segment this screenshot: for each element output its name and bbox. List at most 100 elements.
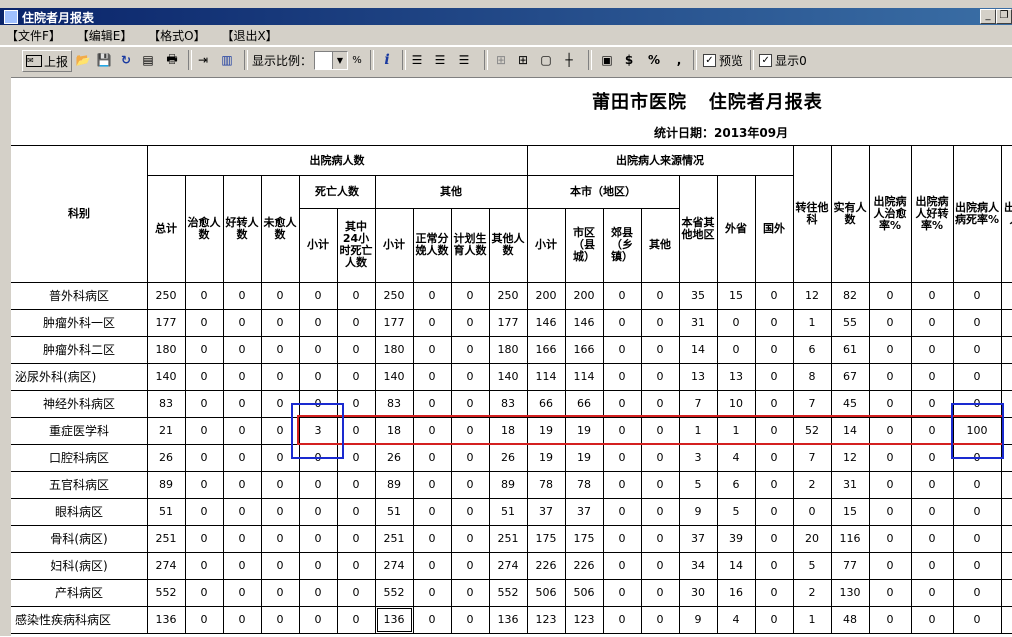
restore-button[interactable]: ❐: [996, 9, 1012, 24]
table-cell: 37: [679, 525, 718, 553]
table-cell: 0: [299, 579, 338, 607]
table-cell: 0: [869, 606, 912, 634]
table-cell: 0: [755, 363, 794, 391]
insert-column-icon[interactable]: ⇥: [194, 50, 212, 70]
table-cell: 0: [223, 390, 262, 418]
table-cell: 0: [953, 309, 1002, 337]
report-date: 统计日期：2013年09月: [654, 126, 789, 140]
table-cell: 89: [375, 471, 414, 499]
table-cell: 0: [223, 552, 262, 580]
table-cell: 1: [793, 309, 832, 337]
table-cell: 0: [911, 336, 954, 364]
align-left-icon[interactable]: ☰: [408, 50, 426, 70]
table-cell: 0: [641, 282, 680, 310]
export-icon[interactable]: ▤: [139, 50, 157, 70]
table-cell: 0: [299, 552, 338, 580]
table-cell: [1001, 525, 1012, 553]
table-cell: 0: [603, 309, 642, 337]
table-cell: 0: [911, 390, 954, 418]
comma-button[interactable]: ,: [670, 50, 688, 70]
table-cell: 0: [185, 606, 224, 634]
table-cell: 0: [641, 579, 680, 607]
table-cell: 0: [755, 309, 794, 337]
border-inner-icon[interactable]: ┼: [560, 50, 578, 70]
table-cell: 0: [911, 444, 954, 472]
table-row-dept: 肿瘤外科一区: [11, 309, 148, 337]
border-all-icon[interactable]: ⊞: [514, 50, 532, 70]
border-outer-icon[interactable]: ▢: [537, 50, 555, 70]
table-cell: 0: [603, 471, 642, 499]
show-zero-checkbox[interactable]: ✓ 显示0: [757, 50, 809, 70]
table-cell: 251: [489, 525, 528, 553]
table-cell: 19: [565, 444, 604, 472]
table-cell: 506: [565, 579, 604, 607]
border-none-icon[interactable]: ⊞: [492, 50, 510, 70]
minimize-button[interactable]: _: [980, 9, 996, 24]
report-button-label: 上报: [43, 54, 68, 69]
table-cell: 0: [261, 498, 300, 526]
table-cell: 251: [375, 525, 414, 553]
header-other: 其他: [375, 175, 528, 209]
table-cell: 0: [185, 552, 224, 580]
preview-checkbox[interactable]: ✓ 预览: [700, 50, 746, 70]
table-cell: 0: [261, 579, 300, 607]
table-cell: 0: [337, 579, 376, 607]
table-cell: 5: [679, 471, 718, 499]
table-cell: 0: [413, 498, 452, 526]
table-cell: 0: [299, 525, 338, 553]
table-cell: 0: [641, 444, 680, 472]
header-local: 本市（地区）: [527, 175, 680, 209]
table-cell: 0: [641, 525, 680, 553]
table-cell: 15: [831, 498, 870, 526]
number-format-icon[interactable]: ▣: [598, 50, 616, 70]
refresh-icon[interactable]: ↻: [117, 50, 135, 70]
table-cell: 0: [223, 606, 262, 634]
align-center-icon[interactable]: ☰: [431, 50, 449, 70]
table-cell: 0: [869, 309, 912, 337]
menu-format[interactable]: 【格式O】: [142, 25, 211, 46]
table-cell: 0: [869, 498, 912, 526]
table-cell: 0: [261, 471, 300, 499]
menu-exit[interactable]: 【退出X】: [215, 25, 283, 46]
table-cell: 0: [641, 336, 680, 364]
open-folder-icon[interactable]: 📂: [74, 50, 92, 70]
percent-button[interactable]: %: [645, 50, 663, 70]
table-cell: 0: [869, 363, 912, 391]
header-cure-rate: 出院病人治愈率%: [869, 146, 912, 283]
table-cell: 0: [953, 498, 1002, 526]
table-cell: 0: [451, 309, 490, 337]
align-right-icon[interactable]: ☰: [455, 50, 473, 70]
table-cell: 2: [793, 579, 832, 607]
table-cell: 0: [299, 336, 338, 364]
table-cell: 0: [755, 336, 794, 364]
print-icon[interactable]: 🖶: [162, 50, 182, 70]
save-icon[interactable]: 💾: [95, 50, 113, 70]
table-cell: 0: [869, 444, 912, 472]
info-icon[interactable]: i: [378, 50, 396, 70]
table-cell: 6: [793, 336, 832, 364]
chevron-down-icon[interactable]: ▼: [332, 52, 347, 69]
chart-icon[interactable]: ▥: [218, 50, 236, 70]
table-cell: 9: [679, 498, 718, 526]
table-row-dept: 妇科(病区): [11, 552, 148, 580]
toolbar-separator: [370, 50, 374, 70]
table-cell: 0: [911, 282, 954, 310]
table-cell: 66: [565, 390, 604, 418]
zoom-select[interactable]: ▼: [314, 51, 348, 70]
app-icon: [4, 10, 18, 24]
table-cell: 250: [147, 282, 186, 310]
header-local-subtotal: 小计: [527, 208, 566, 283]
menu-file[interactable]: 【文件F】: [0, 25, 67, 46]
table-cell: 89: [489, 471, 528, 499]
table-cell: 0: [953, 336, 1002, 364]
header-transfer: 转往他科: [793, 146, 832, 283]
table-cell: 0: [337, 498, 376, 526]
table-cell: 89: [147, 471, 186, 499]
currency-button[interactable]: $: [620, 50, 638, 70]
menu-edit[interactable]: 【编辑E】: [71, 25, 139, 46]
table-cell: 0: [603, 363, 642, 391]
table-cell: 0: [299, 498, 338, 526]
envelope-icon: ✉: [25, 55, 42, 67]
table-cell: 0: [953, 552, 1002, 580]
report-button[interactable]: ✉ 上报: [22, 50, 72, 72]
